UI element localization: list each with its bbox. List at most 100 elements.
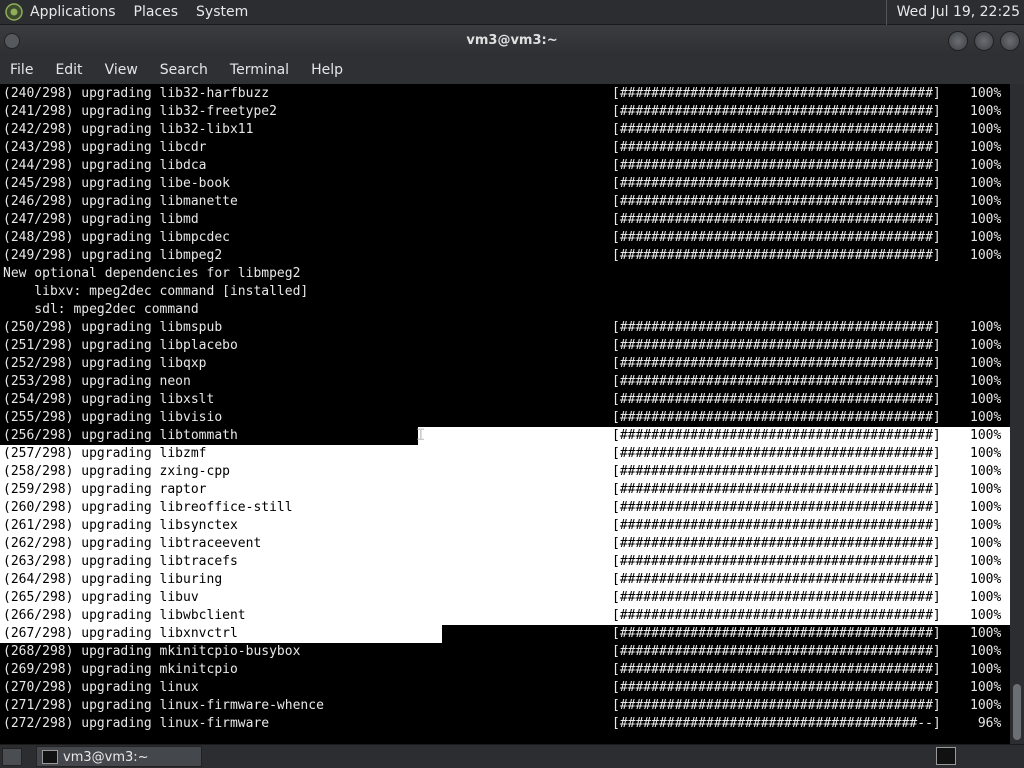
progress-bar-text: [#######################################…: [612, 158, 941, 173]
progress-percent: 100%: [970, 572, 1002, 587]
terminal-line: (256/298) upgrading libtommath: [3, 428, 238, 443]
progress-bar-text: [#######################################…: [612, 662, 941, 677]
terminal-line: (258/298) upgrading zxing-cpp: [3, 464, 230, 479]
bottom-panel: vm3@vm3:~: [0, 744, 1024, 768]
progress-bar-text: [#######################################…: [612, 554, 941, 569]
progress-bar-text: [######################################-…: [612, 716, 941, 731]
progress-percent: 100%: [970, 518, 1002, 533]
terminal-icon: [42, 750, 58, 764]
progress-percent: 100%: [970, 248, 1002, 263]
progress-bar-text: [#######################################…: [612, 500, 941, 515]
window-titlebar[interactable]: vm3@vm3:~: [0, 25, 1024, 56]
progress-percent: 100%: [970, 374, 1002, 389]
progress-percent: 100%: [970, 338, 1002, 353]
progress-bar-text: [#######################################…: [612, 446, 941, 461]
terminal-line: (260/298) upgrading libreoffice-still: [3, 500, 293, 515]
progress-percent: 100%: [970, 428, 1002, 443]
distro-logo-icon[interactable]: [4, 2, 24, 22]
terminal-line: (263/298) upgrading libtracefs: [3, 554, 238, 569]
terminal-line: (242/298) upgrading lib32-libx11: [3, 122, 254, 137]
maximize-button[interactable]: [974, 31, 994, 51]
progress-percent: 100%: [970, 680, 1002, 695]
progress-bar-text: [#######################################…: [612, 680, 941, 695]
menu-edit[interactable]: Edit: [55, 62, 82, 78]
terminal-line: (264/298) upgrading liburing: [3, 572, 223, 587]
progress-bar-text: [#######################################…: [612, 212, 941, 227]
progress-bar-text: [#######################################…: [612, 644, 941, 659]
menu-help[interactable]: Help: [311, 62, 343, 78]
progress-bar-text: [#######################################…: [612, 122, 941, 137]
terminal-line: (250/298) upgrading libmspub: [3, 320, 223, 335]
progress-percent: 100%: [970, 140, 1002, 155]
terminal-line: (268/298) upgrading mkinitcpio-busybox: [3, 644, 301, 659]
progress-bar-text: [#######################################…: [612, 392, 941, 407]
scrollbar-thumb[interactable]: [1013, 684, 1021, 740]
progress-bar-text: [#######################################…: [612, 572, 941, 587]
progress-bar-text: [#######################################…: [612, 464, 941, 479]
terminal-line: (265/298) upgrading libuv: [3, 590, 199, 605]
terminal-line: (267/298) upgrading libxnvctrl: [3, 626, 238, 641]
progress-bar-text: [#######################################…: [612, 698, 941, 713]
progress-bar-text: [#######################################…: [612, 320, 941, 335]
progress-bar-text: [#######################################…: [612, 194, 941, 209]
terminal-line: (266/298) upgrading libwbclient: [3, 608, 246, 623]
progress-percent: 100%: [970, 698, 1002, 713]
text-cursor-icon: I: [416, 425, 426, 444]
progress-bar-text: [#######################################…: [612, 590, 941, 605]
progress-percent: 100%: [970, 410, 1002, 425]
menu-terminal[interactable]: Terminal: [230, 62, 289, 78]
show-desktop-button[interactable]: [2, 748, 22, 766]
progress-bar-text: [#######################################…: [612, 428, 941, 443]
progress-bar-text: [#######################################…: [612, 518, 941, 533]
terminal-output[interactable]: (240/298) upgrading lib32-harfbuzz [#####…: [0, 84, 1010, 744]
progress-percent: 100%: [970, 626, 1002, 641]
progress-percent: 100%: [970, 662, 1002, 677]
progress-bar-text: [#######################################…: [612, 86, 941, 101]
top-panel: Applications Places System Wed Jul 19, 2…: [0, 0, 1024, 25]
places-menu[interactable]: Places: [134, 4, 179, 20]
terminal-line: (271/298) upgrading linux-firmware-whenc…: [3, 698, 324, 713]
menu-file[interactable]: File: [10, 62, 33, 78]
window-menu-icon[interactable]: [4, 33, 20, 49]
progress-bar-text: [#######################################…: [612, 536, 941, 551]
progress-bar-text: [#######################################…: [612, 626, 941, 641]
progress-bar-text: [#######################################…: [612, 176, 941, 191]
terminal-line: (245/298) upgrading libe-book: [3, 176, 230, 191]
progress-percent: 100%: [970, 446, 1002, 461]
system-menu[interactable]: System: [196, 4, 248, 20]
menu-view[interactable]: View: [105, 62, 138, 78]
menubar: File Edit View Search Terminal Help: [0, 56, 1024, 84]
window-title: vm3@vm3:~: [466, 33, 558, 48]
menu-search[interactable]: Search: [160, 62, 208, 78]
terminal-line: (270/298) upgrading linux: [3, 680, 199, 695]
clock[interactable]: Wed Jul 19, 22:25: [885, 0, 1020, 25]
terminal-line: (272/298) upgrading linux-firmware: [3, 716, 270, 731]
taskbar-item-terminal[interactable]: vm3@vm3:~: [36, 746, 202, 767]
progress-percent: 100%: [970, 320, 1002, 335]
minimize-button[interactable]: [948, 31, 968, 51]
progress-percent: 96%: [970, 716, 1002, 731]
progress-bar-text: [#######################################…: [612, 230, 941, 245]
progress-percent: 100%: [970, 230, 1002, 245]
terminal-line: (253/298) upgrading neon: [3, 374, 191, 389]
progress-percent: 100%: [970, 590, 1002, 605]
applications-menu[interactable]: Applications: [30, 4, 116, 20]
progress-percent: 100%: [970, 464, 1002, 479]
terminal-line: New optional dependencies for libmpeg2: [3, 266, 301, 281]
close-button[interactable]: [1000, 31, 1020, 51]
tray-terminal-icon[interactable]: [936, 747, 956, 765]
terminal-line: (249/298) upgrading libmpeg2: [3, 248, 223, 263]
progress-bar-text: [#######################################…: [612, 104, 941, 119]
terminal-line: (262/298) upgrading libtraceevent: [3, 536, 262, 551]
terminal-line: (246/298) upgrading libmanette: [3, 194, 238, 209]
terminal-line: libxv: mpeg2dec command [installed]: [3, 284, 309, 299]
terminal-line: (243/298) upgrading libcdr: [3, 140, 207, 155]
progress-bar-text: [#######################################…: [612, 338, 941, 353]
progress-bar-text: [#######################################…: [612, 410, 941, 425]
progress-percent: 100%: [970, 122, 1002, 137]
progress-percent: 100%: [970, 86, 1002, 101]
scrollbar[interactable]: [1010, 84, 1024, 744]
terminal-line: (261/298) upgrading libsynctex: [3, 518, 238, 533]
taskbar-item-label: vm3@vm3:~: [63, 750, 149, 765]
progress-percent: 100%: [970, 158, 1002, 173]
